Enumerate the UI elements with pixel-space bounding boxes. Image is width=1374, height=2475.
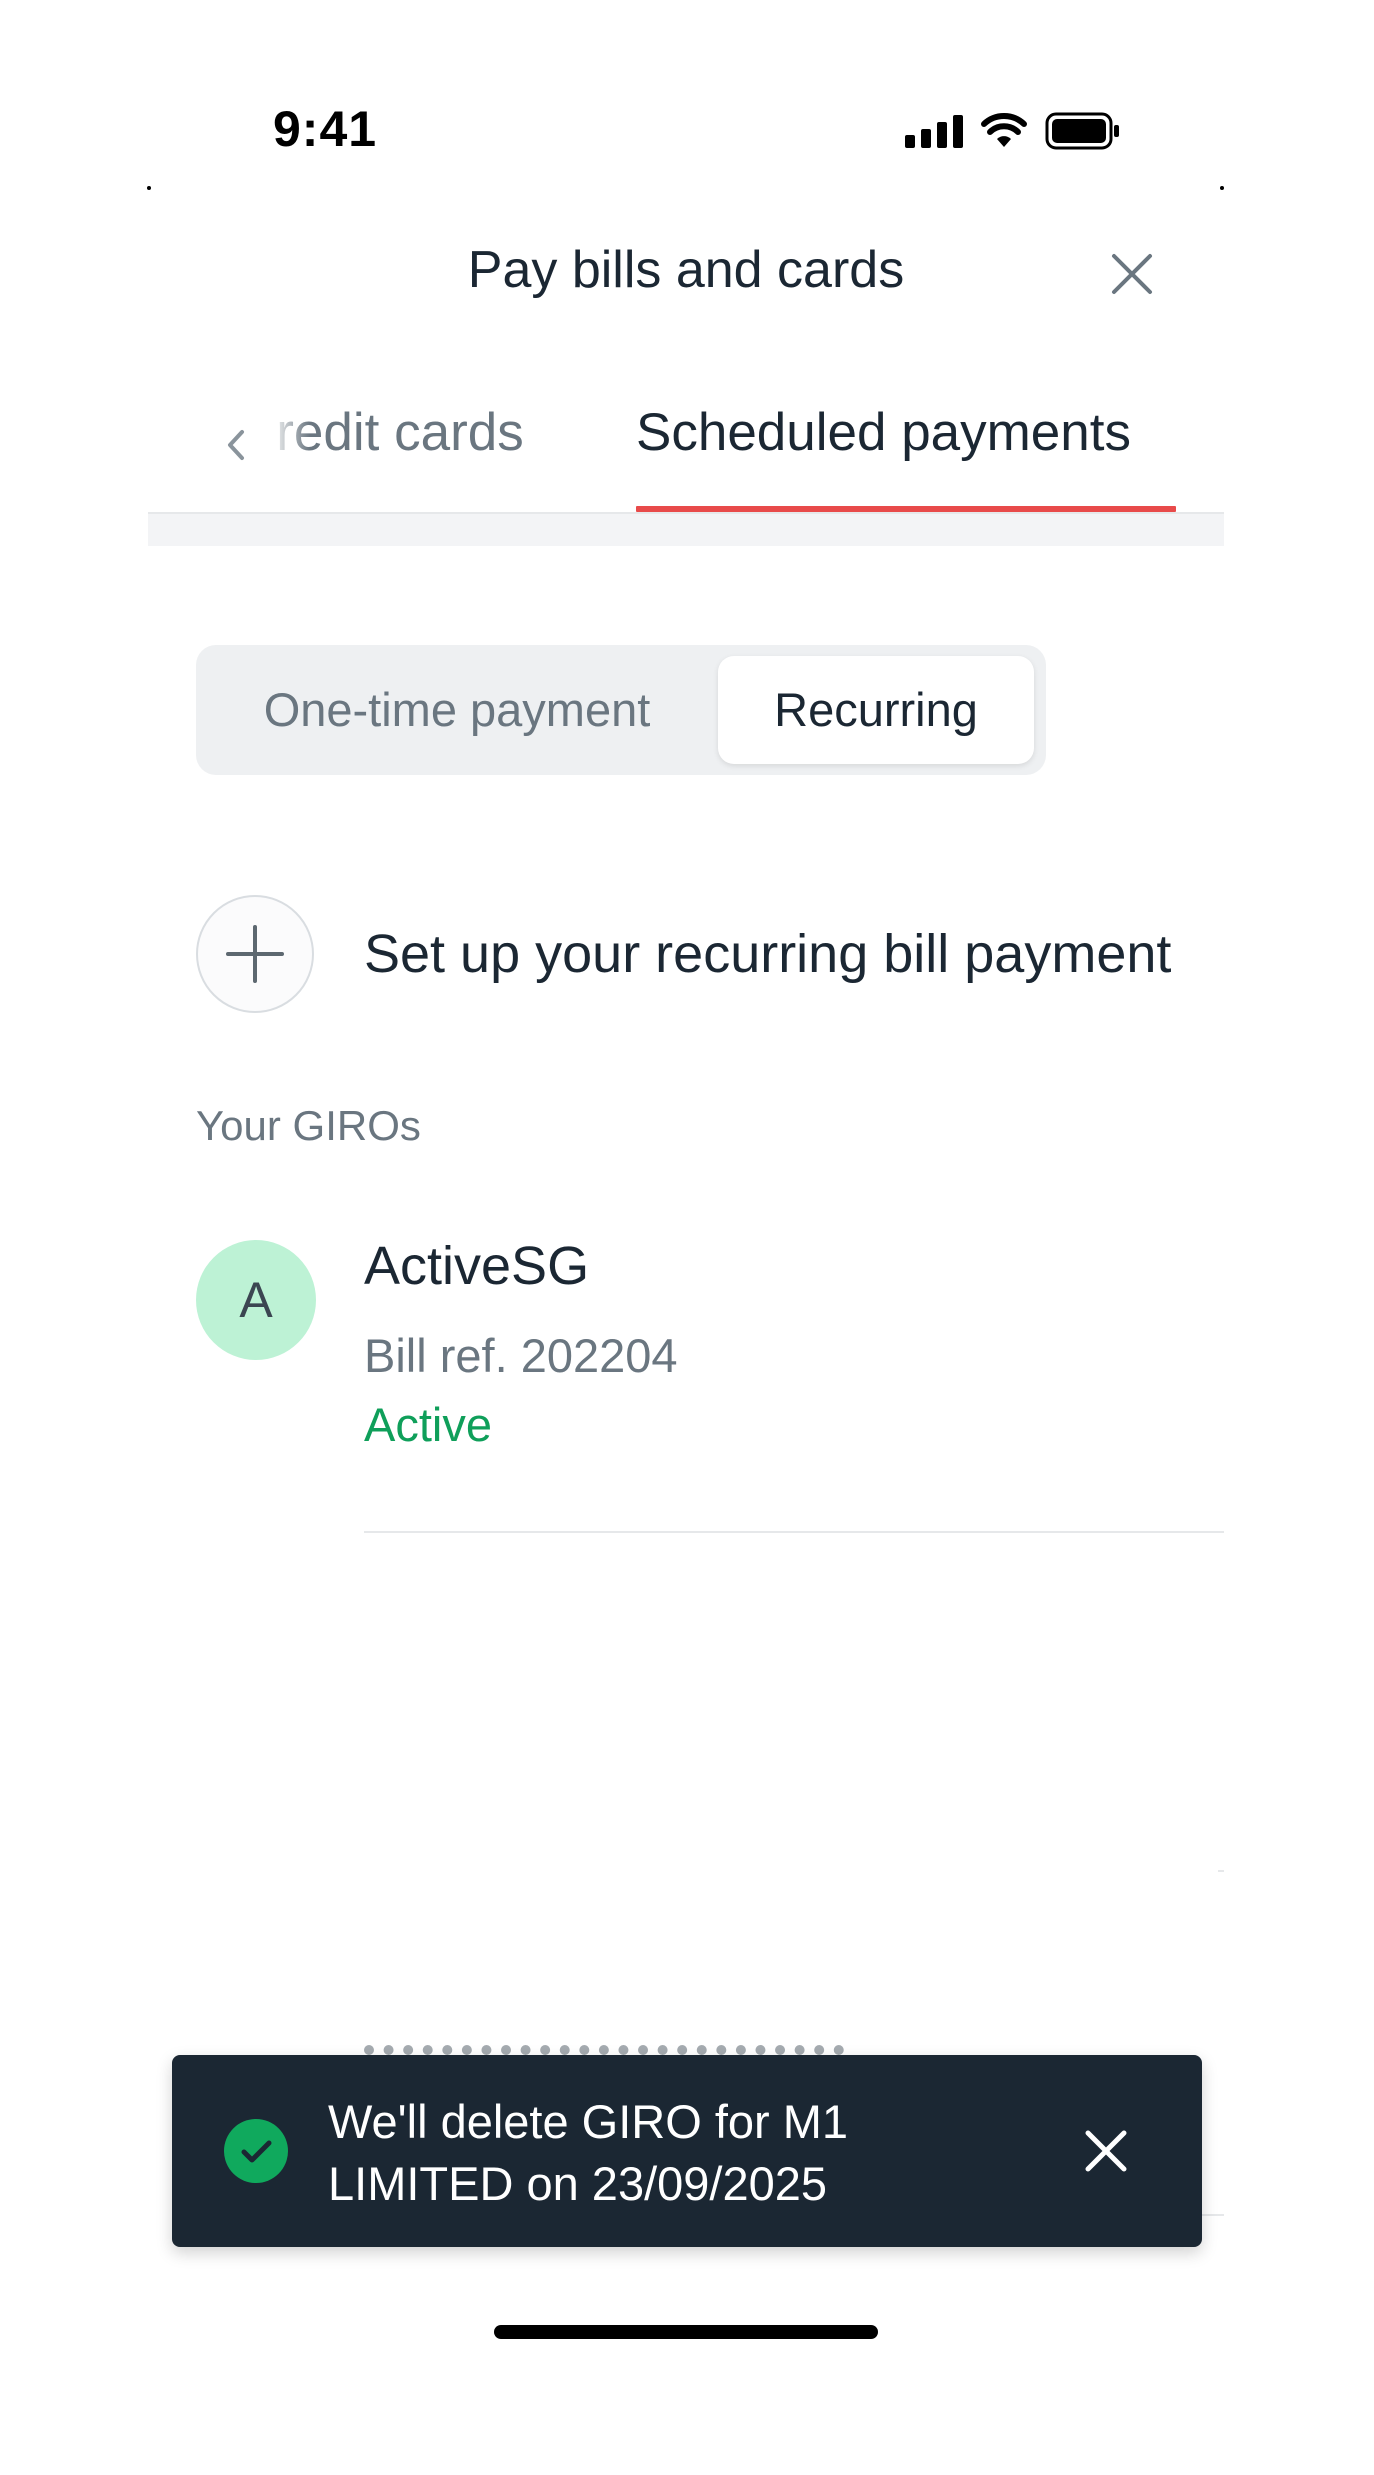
- cellular-signal-icon: [905, 114, 963, 148]
- toast-message: We'll delete GIRO for M1 LIMITED on 23/0…: [328, 2091, 928, 2215]
- toast-message-line-1: We'll delete GIRO for M1: [328, 2095, 849, 2148]
- giro-bill-ref: Bill ref. 202204: [364, 1329, 678, 1382]
- status-time: 9:41: [273, 101, 378, 157]
- sheet-corner-right: [1220, 186, 1224, 190]
- setup-recurring-button[interactable]: Set up your recurring bill payment: [196, 895, 1224, 1015]
- status-bar: 9:41: [0, 0, 1374, 180]
- tab-credit-cards[interactable]: Credit cards: [276, 402, 696, 463]
- tab-divider: [148, 512, 1224, 546]
- home-indicator: [494, 2325, 878, 2339]
- wifi-icon: [981, 113, 1027, 147]
- list-divider-fragment: [1218, 1870, 1224, 1872]
- check-circle-icon: [224, 2119, 288, 2183]
- add-button-circle[interactable]: [196, 895, 314, 1013]
- list-divider: [364, 1531, 1224, 1533]
- segment-one-time-payment[interactable]: One-time payment: [196, 645, 718, 775]
- setup-recurring-label: Set up your recurring bill payment: [364, 924, 1172, 984]
- tab-fade: [270, 398, 310, 478]
- section-title-your-giros: Your GIROs: [196, 1102, 421, 1149]
- segment-recurring[interactable]: Recurring: [718, 656, 1034, 764]
- tab-scheduled-payments[interactable]: Scheduled payments: [636, 402, 1131, 463]
- battery-icon: [1045, 112, 1119, 150]
- giro-list-item[interactable]: A ActiveSG Bill ref. 202204 Active: [196, 1235, 1224, 1535]
- sheet-corner-left: [147, 186, 151, 190]
- payment-type-segmented-control: One-time payment Recurring: [196, 645, 1046, 775]
- toast-notification: We'll delete GIRO for M1 LIMITED on 23/0…: [172, 2055, 1202, 2247]
- status-badge: Active: [364, 1398, 492, 1451]
- check-mark: [241, 2140, 272, 2163]
- close-icon[interactable]: [1108, 250, 1156, 298]
- plus-icon: [226, 925, 284, 983]
- close-icon[interactable]: [1080, 2125, 1132, 2177]
- page-title: Pay bills and cards: [467, 241, 905, 299]
- tab-credit-cards-label: Credit cards: [276, 403, 524, 462]
- chevron-left-icon[interactable]: [220, 420, 250, 470]
- status-icons: [905, 112, 1121, 150]
- avatar: A: [196, 1240, 316, 1360]
- toast-message-line-2: LIMITED on 23/09/2025: [328, 2157, 828, 2210]
- giro-name: ActiveSG: [364, 1236, 590, 1296]
- tab-bar: Credit cards Scheduled payments: [148, 380, 1224, 512]
